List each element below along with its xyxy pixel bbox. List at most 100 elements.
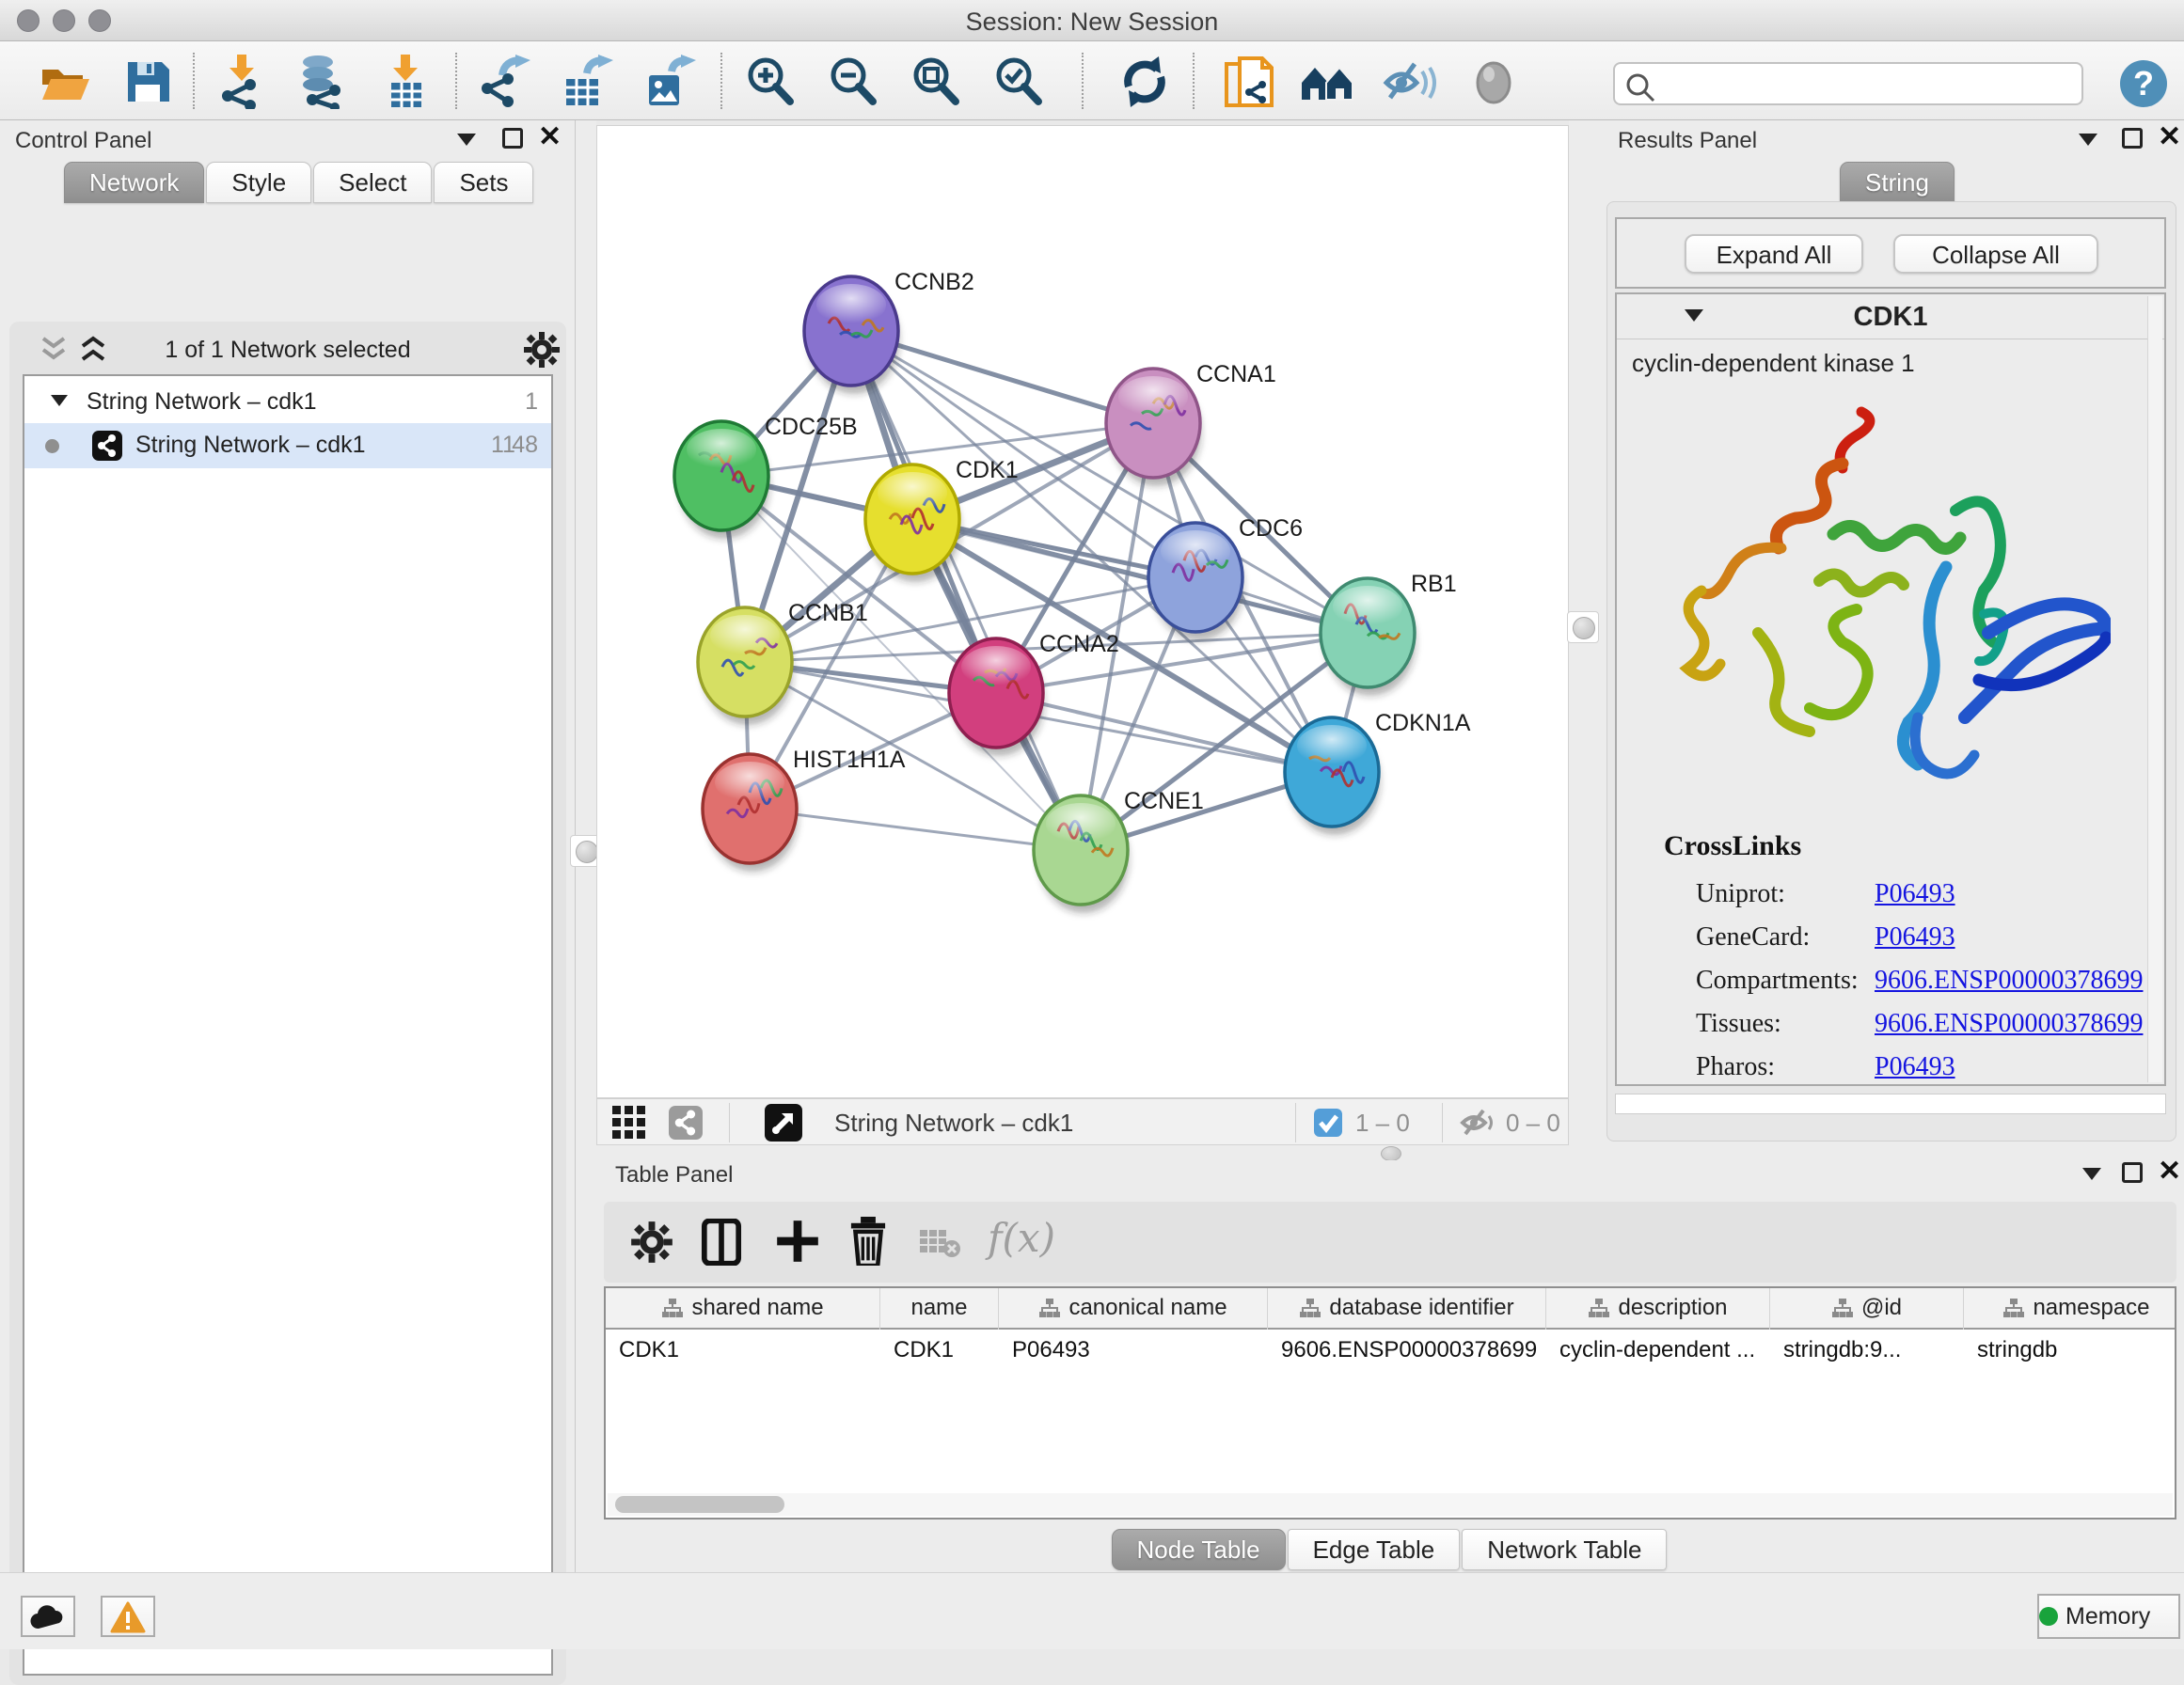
node-table[interactable]: shared namenamecanonical namedatabase id… xyxy=(604,1286,2176,1520)
network-row[interactable]: String Network – cdk1 11 48 xyxy=(24,423,551,468)
close-panel-icon[interactable]: ✕ xyxy=(538,126,562,149)
open-session-icon[interactable] xyxy=(38,55,92,109)
node-CCNA1[interactable]: CCNA1 xyxy=(1106,361,1276,486)
zoom-selected-icon[interactable] xyxy=(991,55,1046,109)
node-CCNB2[interactable]: CCNB2 xyxy=(804,269,974,394)
cell-canonical-name[interactable]: P06493 xyxy=(999,1331,1268,1371)
node-HIST1H1A[interactable]: HIST1H1A xyxy=(703,747,906,872)
node-CCNE1[interactable]: CCNE1 xyxy=(1034,788,1204,913)
network-collection-row[interactable]: String Network – cdk1 1 xyxy=(24,380,551,423)
crosslink-link[interactable]: 9606.ENSP00000378699 xyxy=(1875,966,2143,995)
close-panel-icon[interactable]: ✕ xyxy=(2158,1160,2181,1183)
cell-@id[interactable]: stringdb:9... xyxy=(1770,1331,1964,1371)
float-panel-icon[interactable] xyxy=(502,128,523,149)
right-splitter[interactable] xyxy=(1569,120,1599,1145)
table-row[interactable]: CDK1CDK1P064939606.ENSP00000378699cyclin… xyxy=(606,1331,2176,1371)
collapse-panel-icon[interactable] xyxy=(2079,134,2097,146)
memory-button[interactable]: Memory xyxy=(2037,1594,2180,1639)
crosslink-link[interactable]: 9606.ENSP00000378699 xyxy=(1875,1009,2143,1038)
zoom-fit-icon[interactable] xyxy=(909,55,963,109)
show-columns-icon[interactable] xyxy=(700,1219,743,1266)
table-gear-icon[interactable] xyxy=(630,1220,673,1264)
crosslink-link[interactable]: P06493 xyxy=(1875,879,1955,908)
birdseye-view-icon[interactable] xyxy=(765,1104,802,1142)
tab-sets[interactable]: Sets xyxy=(434,162,533,203)
node-CDC6[interactable]: CDC6 xyxy=(1148,515,1303,640)
node-CCNB1[interactable]: CCNB1 xyxy=(698,600,868,725)
search-input[interactable] xyxy=(1664,66,2068,102)
hidden-eye-icon xyxy=(1459,1107,1496,1139)
collapse-panel-icon[interactable] xyxy=(2082,1168,2101,1180)
right-splitter-handle[interactable] xyxy=(1567,611,1599,643)
grid-view-icon[interactable] xyxy=(612,1106,646,1140)
node-CDK1[interactable]: CDK1 xyxy=(865,457,1019,582)
export-image-icon[interactable] xyxy=(641,55,696,109)
clone-network-icon[interactable] xyxy=(1223,55,1277,109)
crosslink-link[interactable]: P06493 xyxy=(1875,1052,1955,1081)
import-network-database-icon[interactable] xyxy=(295,55,350,109)
cloud-status-button[interactable] xyxy=(21,1596,75,1637)
horizontal-splitter-handle[interactable] xyxy=(1381,1146,1401,1161)
import-network-file-icon[interactable] xyxy=(214,55,269,109)
import-table-icon[interactable] xyxy=(378,55,433,109)
node-CDKN1A[interactable]: CDKN1A xyxy=(1285,710,1471,835)
expand-all-button[interactable]: Expand All xyxy=(1685,234,1863,274)
cell-shared-name[interactable]: CDK1 xyxy=(606,1331,880,1371)
node-RB1[interactable]: RB1 xyxy=(1321,571,1457,696)
gear-icon[interactable] xyxy=(523,331,561,369)
horizontal-splitter[interactable] xyxy=(596,1145,2184,1160)
edge-count: 48 xyxy=(512,432,538,459)
hide-unhide-icon[interactable] xyxy=(1383,55,1437,109)
float-panel-icon[interactable] xyxy=(2122,1162,2143,1183)
create-column-icon[interactable] xyxy=(775,1219,820,1264)
export-network-icon[interactable] xyxy=(476,55,530,109)
home-icon[interactable] xyxy=(1300,55,1354,109)
left-splitter[interactable] xyxy=(576,120,596,1572)
column-scope-icon xyxy=(2002,1298,2025,1318)
cell-database-identifier[interactable]: 9606.ENSP00000378699 xyxy=(1268,1331,1546,1371)
selected-checkbox-icon[interactable] xyxy=(1314,1109,1342,1137)
tab-select[interactable]: Select xyxy=(313,162,432,203)
tab-edge-table[interactable]: Edge Table xyxy=(1288,1529,1461,1570)
preview-eye-icon[interactable] xyxy=(1467,55,1522,109)
warning-status-button[interactable] xyxy=(101,1596,155,1637)
results-horizontal-scrollbar[interactable] xyxy=(1615,1094,2166,1114)
collapse-all-button[interactable]: Collapse All xyxy=(1893,234,2098,274)
tree-expand-icon[interactable] xyxy=(51,395,68,406)
zoom-in-icon[interactable] xyxy=(743,55,798,109)
save-session-icon[interactable] xyxy=(120,55,175,109)
node-CDC25B[interactable]: CDC25B xyxy=(674,414,858,539)
edge-CCNE1-HIST1H1A[interactable] xyxy=(750,809,1081,850)
column-header-description[interactable]: description xyxy=(1546,1288,1770,1330)
zoom-out-icon[interactable] xyxy=(826,55,880,109)
network-canvas[interactable]: CCNB2CCNA1CDC25BCDK1CDC6RB1CCNB1CCNA2CDK… xyxy=(596,125,1569,1098)
edge-CCNA2-CDKN1A[interactable] xyxy=(996,693,1332,772)
tab-node-table[interactable]: Node Table xyxy=(1112,1529,1286,1570)
help-button[interactable]: ? xyxy=(2120,60,2167,107)
column-header-@id[interactable]: @id xyxy=(1770,1288,1964,1330)
table-horizontal-scrollbar[interactable] xyxy=(608,1493,2173,1516)
tab-network-table[interactable]: Network Table xyxy=(1462,1529,1667,1570)
delete-column-icon[interactable] xyxy=(847,1217,890,1266)
column-header-shared-name[interactable]: shared name xyxy=(606,1288,880,1330)
cell-name[interactable]: CDK1 xyxy=(880,1331,999,1371)
refresh-icon[interactable] xyxy=(1117,55,1172,109)
network-graph[interactable]: CCNB2CCNA1CDC25BCDK1CDC6RB1CCNB1CCNA2CDK… xyxy=(597,126,1568,1097)
string-view-icon[interactable] xyxy=(669,1106,703,1140)
cell-description[interactable]: cyclin-dependent ... xyxy=(1546,1331,1770,1371)
tab-network[interactable]: Network xyxy=(64,162,204,203)
column-header-canonical-name[interactable]: canonical name xyxy=(999,1288,1268,1330)
column-header-name[interactable]: name xyxy=(880,1288,999,1330)
results-vertical-scrollbar[interactable] xyxy=(2147,296,2162,1082)
float-panel-icon[interactable] xyxy=(2122,128,2143,149)
tab-style[interactable]: Style xyxy=(206,162,311,203)
column-header-database-identifier[interactable]: database identifier xyxy=(1268,1288,1546,1330)
table-scrollbar-thumb[interactable] xyxy=(615,1496,784,1513)
crosslink-link[interactable]: P06493 xyxy=(1875,922,1955,952)
export-table-icon[interactable] xyxy=(559,55,613,109)
tab-string[interactable]: String xyxy=(1840,162,1955,203)
column-header-namespace[interactable]: namespace xyxy=(1964,1288,2176,1330)
collapse-panel-icon[interactable] xyxy=(457,134,476,146)
cell-namespace[interactable]: stringdb xyxy=(1964,1331,2176,1371)
close-panel-icon[interactable]: ✕ xyxy=(2158,126,2181,149)
